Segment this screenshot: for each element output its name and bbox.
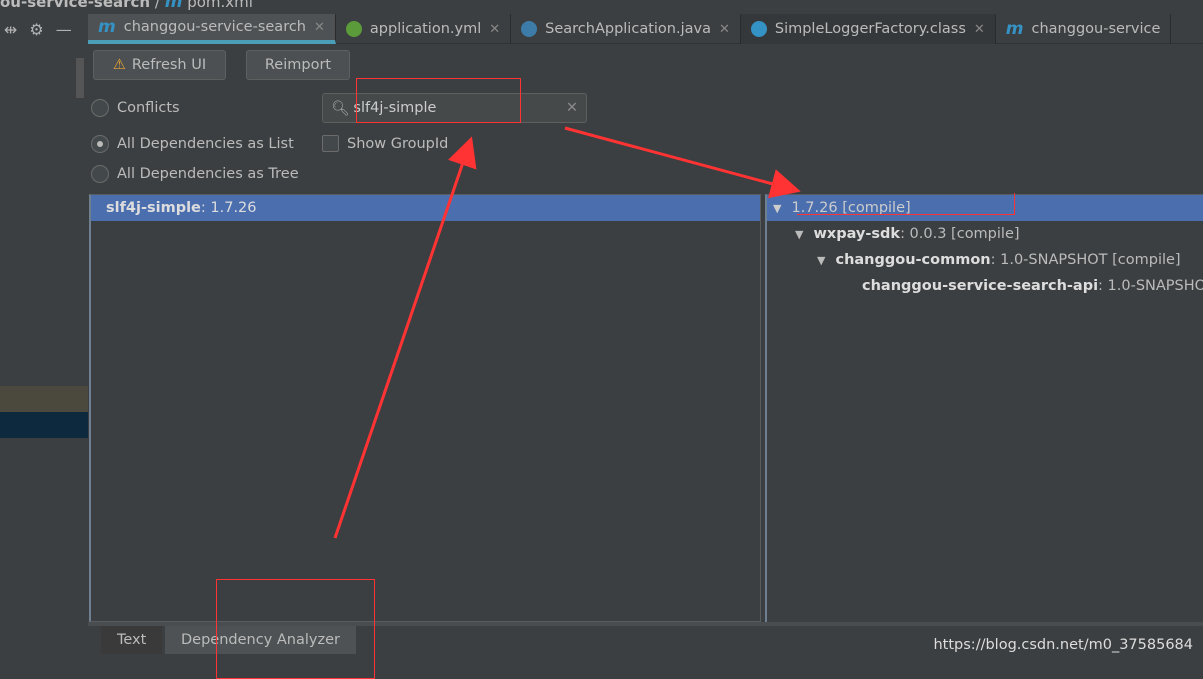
annotation-arrow [564, 126, 801, 199]
annotation-arrows [333, 126, 801, 539]
annotation-arrow [333, 136, 477, 539]
